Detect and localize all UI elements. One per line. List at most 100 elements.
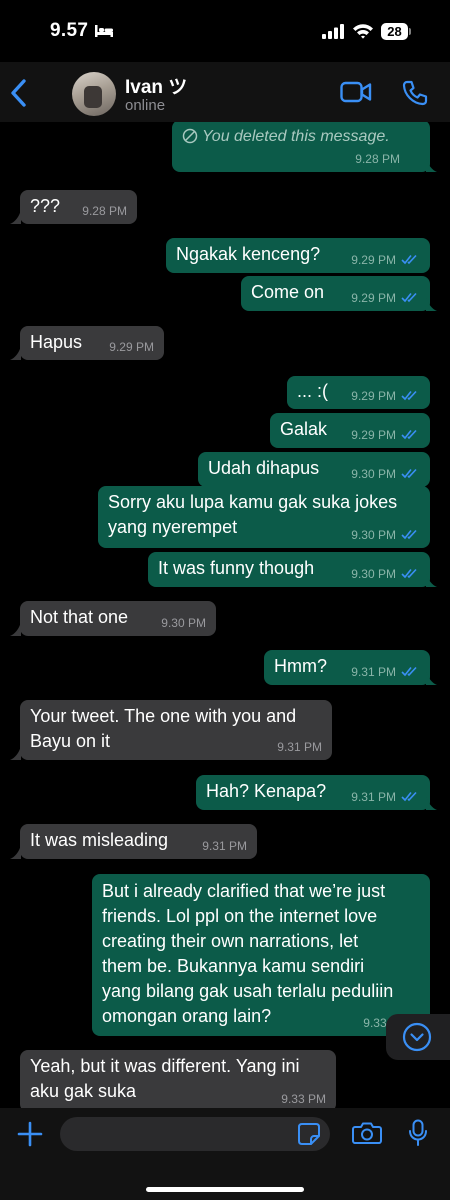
message-time: 9.30 PM xyxy=(161,616,206,630)
message-time: 9.29 PM xyxy=(351,389,396,403)
wifi-icon xyxy=(353,24,373,39)
message-bubble-incoming[interactable]: ??? 9.28 PM xyxy=(20,190,137,224)
message-meta: 9.29 PM xyxy=(351,389,418,403)
message-text: Your tweet. The one with you and Bayu on… xyxy=(30,706,297,751)
bubble-tail xyxy=(426,573,437,587)
double-check-icon xyxy=(401,429,417,440)
message-bubble-outgoing[interactable]: Hmm? 9.31 PM xyxy=(264,650,430,685)
double-check-icon xyxy=(401,791,417,802)
message-text: Hmm? xyxy=(274,656,327,676)
message-bubble-outgoing[interactable]: It was funny though 9.30 PM xyxy=(148,552,430,587)
message-time: 9.28 PM xyxy=(82,204,127,218)
message-text: Udah dihapus xyxy=(208,458,320,478)
bubble-tail xyxy=(10,210,21,224)
bubble-tail xyxy=(426,297,437,311)
message-time: 9.29 PM xyxy=(109,340,154,354)
message-time: 9.30 PM xyxy=(351,567,396,581)
message-text: Hah? Kenapa? xyxy=(206,781,327,801)
message-text: Galak xyxy=(280,419,328,439)
message-text: Yeah, but it was different. Yang ini aku… xyxy=(30,1056,300,1101)
message-time: 9.29 PM xyxy=(351,253,396,267)
bubble-tail xyxy=(10,622,21,636)
message-meta: 9.29 PM xyxy=(351,291,418,305)
message-text: Hapus xyxy=(30,332,83,352)
message-time: 9.29 PM xyxy=(351,291,396,305)
message-bubble-incoming[interactable]: Not that one 9.30 PM xyxy=(20,601,216,636)
message-bubble-outgoing[interactable]: You deleted this message. 9.28 PM xyxy=(172,122,430,172)
message-meta: 9.30 PM xyxy=(351,467,418,481)
message-bubble-outgoing[interactable]: Udah dihapus 9.30 PM xyxy=(198,452,430,487)
bubble-tail xyxy=(10,346,21,360)
message-bubble-outgoing[interactable]: Ngakak kenceng? 9.29 PM xyxy=(166,238,430,273)
scroll-to-bottom-button[interactable] xyxy=(386,1014,450,1060)
bubble-tail xyxy=(426,671,437,685)
sleep-focus-icon xyxy=(95,25,113,37)
contact-avatar[interactable] xyxy=(72,72,116,116)
message-bubble-outgoing[interactable]: Galak 9.29 PM xyxy=(270,413,430,448)
status-bar: 9.57 28 xyxy=(0,0,450,62)
message-meta: 9.29 PM xyxy=(351,253,418,267)
message-time: 9.30 PM xyxy=(351,467,396,481)
message-bubble-incoming[interactable]: Your tweet. The one with you and Bayu on… xyxy=(20,700,332,760)
message-text: Not that one xyxy=(30,607,129,627)
contact-presence: online xyxy=(125,97,166,114)
double-check-icon xyxy=(401,254,417,265)
mic-icon[interactable] xyxy=(408,1119,428,1147)
message-text: But i already clarified that we’re just … xyxy=(102,881,394,1026)
back-chevron-icon[interactable] xyxy=(10,78,28,108)
message-bubble-outgoing[interactable]: Hah? Kenapa? 9.31 PM xyxy=(196,775,430,810)
chat-header: Ivan ツ online xyxy=(0,62,450,122)
message-bubble-outgoing[interactable]: Sorry aku lupa kamu gak suka jokes yang … xyxy=(98,486,430,548)
double-check-icon xyxy=(401,568,417,579)
message-meta: 9.30 PM xyxy=(351,567,418,581)
camera-icon[interactable] xyxy=(352,1121,382,1145)
message-meta: 9.31 PM xyxy=(351,790,418,804)
message-text: It was misleading xyxy=(30,830,169,850)
message-time: 9.33 PM xyxy=(281,1092,326,1106)
message-meta: 9.31 PM xyxy=(351,665,418,679)
double-check-icon xyxy=(401,292,417,303)
message-bubble-incoming[interactable]: Yeah, but it was different. Yang ini aku… xyxy=(20,1050,336,1110)
cellular-signal-icon xyxy=(322,24,344,39)
message-text: ... :( xyxy=(297,381,328,401)
message-bubble-outgoing[interactable]: ... :( 9.29 PM xyxy=(287,376,430,409)
double-check-icon xyxy=(401,666,417,677)
sticker-icon[interactable] xyxy=(297,1122,321,1146)
message-time: 9.31 PM xyxy=(202,839,247,853)
message-time: 9.31 PM xyxy=(277,740,322,754)
message-list[interactable]: You deleted this message. 9.28 PM ??? 9.… xyxy=(0,122,450,1110)
battery-indicator: 28 xyxy=(381,23,408,40)
message-text: It was funny though xyxy=(158,558,315,578)
double-check-icon xyxy=(401,390,417,401)
plus-icon[interactable] xyxy=(17,1121,43,1147)
video-call-icon[interactable] xyxy=(340,81,372,103)
bubble-tail xyxy=(426,796,437,810)
contact-name[interactable]: Ivan ツ xyxy=(125,72,187,99)
status-time: 9.57 xyxy=(50,20,89,41)
home-indicator xyxy=(146,1187,304,1192)
message-bubble-incoming[interactable]: It was misleading 9.31 PM xyxy=(20,824,257,859)
message-time: 9.29 PM xyxy=(351,428,396,442)
message-time: 9.31 PM xyxy=(351,665,396,679)
bubble-tail xyxy=(10,845,21,859)
message-bubble-outgoing[interactable]: But i already clarified that we’re just … xyxy=(92,874,430,1036)
message-text: Come on xyxy=(251,282,325,302)
message-time: 9.28 PM xyxy=(355,152,400,166)
phone-icon[interactable] xyxy=(402,80,428,106)
message-bubble-incoming[interactable]: Hapus 9.29 PM xyxy=(20,326,164,360)
message-text: Ngakak kenceng? xyxy=(176,244,321,264)
message-input[interactable] xyxy=(60,1117,330,1151)
bubble-tail xyxy=(10,746,21,760)
scroll-down-icon xyxy=(402,1022,432,1052)
message-time: 9.30 PM xyxy=(351,528,396,542)
deleted-icon xyxy=(182,128,198,144)
message-text: You deleted this message. xyxy=(202,128,390,145)
battery-nub xyxy=(409,28,411,35)
double-check-icon xyxy=(401,468,417,479)
message-text: ??? xyxy=(30,196,61,216)
bubble-tail xyxy=(426,158,437,172)
message-time: 9.31 PM xyxy=(351,790,396,804)
message-bubble-outgoing[interactable]: Come on 9.29 PM xyxy=(241,276,430,311)
message-meta: 9.29 PM xyxy=(351,428,418,442)
double-check-icon xyxy=(401,529,417,540)
